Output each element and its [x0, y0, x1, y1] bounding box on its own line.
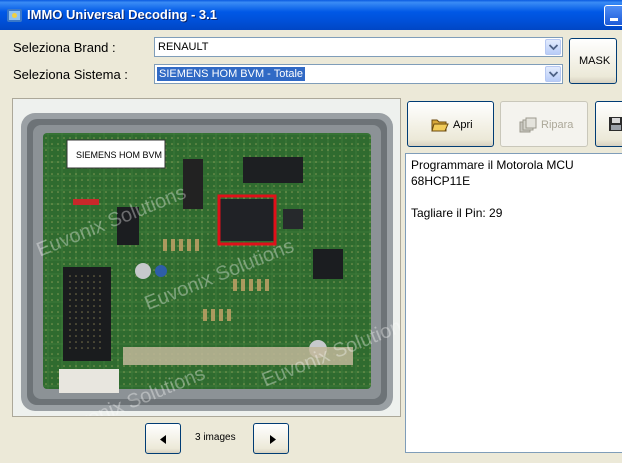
- copy-icon: [519, 117, 537, 133]
- next-image-button[interactable]: [253, 423, 289, 454]
- system-select[interactable]: SIEMENS HOM BVM - Totale: [154, 64, 563, 84]
- chevron-down-icon[interactable]: [545, 39, 561, 55]
- window-title: IMMO Universal Decoding - 3.1: [27, 7, 217, 22]
- repair-button-label: Ripara: [541, 119, 574, 131]
- info-text-area[interactable]: Programmare il Motorola MCU 68HCP11E Tag…: [405, 153, 622, 453]
- mask-button-label: MASK: [579, 55, 611, 67]
- info-line: Programmare il Motorola MCU: [411, 158, 574, 172]
- minimize-button[interactable]: [604, 5, 622, 26]
- info-line: Tagliare il Pin: 29: [411, 206, 503, 220]
- left-arrow-icon: [160, 435, 166, 444]
- open-button[interactable]: Apri: [407, 101, 494, 147]
- brand-value: RENAULT: [158, 41, 209, 53]
- title-bar: IMMO Universal Decoding - 3.1: [0, 0, 622, 30]
- brand-label: Seleziona Brand :: [13, 40, 116, 55]
- image-caption: SIEMENS HOM BVM: [76, 150, 162, 160]
- mask-button[interactable]: MASK: [569, 38, 617, 84]
- info-line: 68HCP11E: [411, 174, 471, 188]
- brand-select[interactable]: RENAULT: [154, 37, 563, 57]
- folder-open-icon: [431, 119, 449, 132]
- right-arrow-icon: [270, 435, 276, 444]
- open-button-label: Apri: [453, 119, 473, 131]
- system-value: SIEMENS HOM BVM - Totale: [157, 67, 306, 81]
- chevron-down-icon[interactable]: [545, 66, 561, 82]
- app-window: IMMO Universal Decoding - 3.1 Seleziona …: [0, 0, 622, 463]
- ecu-image-panel: Euvonix Solutions Euvonix Solutions Euvo…: [12, 98, 401, 417]
- image-count-label: 3 images: [195, 432, 236, 443]
- previous-image-button[interactable]: [145, 423, 181, 454]
- floppy-disk-icon: [609, 117, 622, 131]
- app-icon: [7, 9, 22, 22]
- ecu-board-image: Euvonix Solutions Euvonix Solutions Euvo…: [13, 99, 400, 416]
- system-label: Seleziona Sistema :: [13, 67, 128, 82]
- repair-button[interactable]: Ripara: [500, 101, 588, 147]
- save-button[interactable]: [595, 101, 622, 147]
